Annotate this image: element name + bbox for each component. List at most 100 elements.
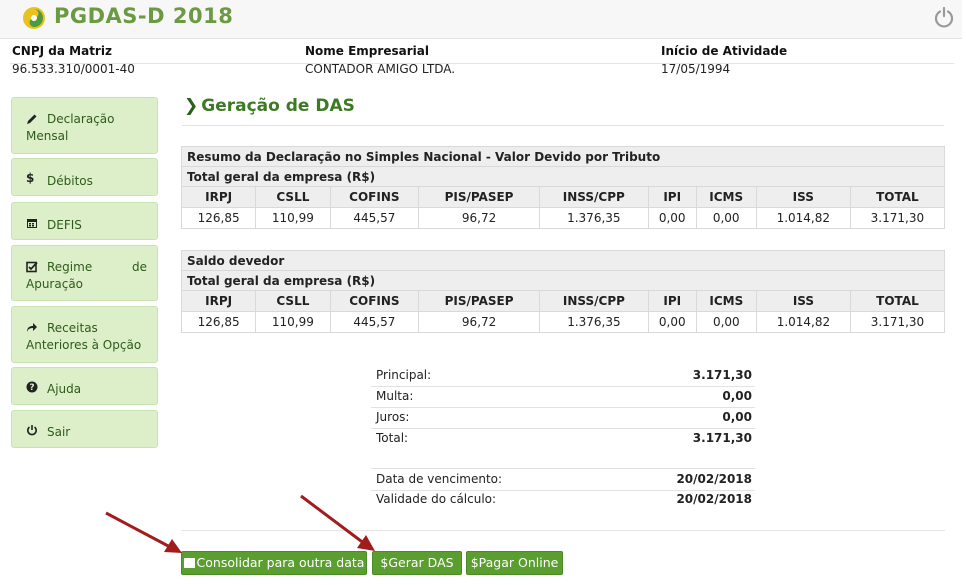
summary-row: Validade do cálculo: 20/02/2018 bbox=[371, 489, 755, 510]
column-header: COFINS bbox=[329, 290, 420, 312]
table-row: 126,85 110,99 445,57 96,72 1.376,35 0,00… bbox=[180, 311, 946, 333]
table-header-row: IRPJ CSLL COFINS PIS/PASEP INSS/CPP IPI … bbox=[180, 186, 946, 208]
company-name-label: Nome Empresarial bbox=[305, 44, 429, 58]
company-name-value: CONTADOR AMIGO LTDA. bbox=[305, 62, 456, 76]
sidebar-item-label: Débitos bbox=[47, 174, 93, 188]
gerar-das-button[interactable]: $Gerar DAS bbox=[372, 551, 462, 575]
table-cell: 445,57 bbox=[329, 207, 420, 229]
summary-value: 0,00 bbox=[722, 410, 752, 424]
summary-value: 3.171,30 bbox=[692, 431, 752, 445]
table-caption: Saldo devedor bbox=[181, 250, 945, 271]
column-header: CSLL bbox=[255, 290, 331, 312]
sidebar-item-label: DEFIS bbox=[47, 218, 82, 232]
column-header: TOTAL bbox=[849, 186, 946, 208]
cnpj-block: CNPJ da Matriz 96.533.310/0001-40 bbox=[12, 44, 135, 76]
sidebar-item-label: Mensal bbox=[26, 129, 69, 143]
dollar-icon: $ bbox=[26, 171, 35, 185]
summary-row: Multa: 0,00 bbox=[371, 386, 755, 408]
sidebar-item-label: Apuração bbox=[26, 277, 84, 291]
company-name-block: Nome Empresarial CONTADOR AMIGO LTDA. bbox=[305, 44, 455, 76]
table-cell: 96,72 bbox=[418, 311, 540, 333]
cnpj-value: 96.533.310/0001-40 bbox=[12, 62, 135, 76]
column-header: INSS/CPP bbox=[538, 186, 649, 208]
table-cell: 96,72 bbox=[418, 207, 540, 229]
dollar-icon: $ bbox=[470, 555, 479, 570]
annotation-arrow-icon bbox=[105, 511, 182, 553]
table-cell: 0,00 bbox=[647, 311, 697, 333]
divider bbox=[182, 125, 944, 126]
summary-label: Principal: bbox=[376, 368, 432, 382]
column-header: PIS/PASEP bbox=[418, 186, 540, 208]
share-arrow-icon bbox=[27, 323, 37, 332]
table-caption: Resumo da Declaração no Simples Nacional… bbox=[181, 146, 945, 167]
column-header: ISS bbox=[755, 186, 851, 208]
tax-table-balance: Saldo devedor Total geral da empresa (R$… bbox=[180, 250, 946, 333]
column-header: TOTAL bbox=[849, 290, 946, 312]
table-header-row: IRPJ CSLL COFINS PIS/PASEP INSS/CPP IPI … bbox=[180, 290, 946, 312]
table-cell: 445,57 bbox=[329, 311, 420, 333]
sidebar-item-debitos[interactable]: $ Débitos bbox=[11, 158, 158, 196]
cnpj-label: CNPJ da Matriz bbox=[12, 44, 112, 58]
table-cell: 110,99 bbox=[255, 311, 331, 333]
column-header: COFINS bbox=[329, 186, 420, 208]
power-icon[interactable] bbox=[933, 6, 955, 28]
summary-label: Total: bbox=[376, 431, 409, 445]
sidebar-item-regime-apuracao[interactable]: Regime de Apuração bbox=[11, 245, 158, 301]
tax-table-summary: Resumo da Declaração no Simples Nacional… bbox=[180, 146, 946, 229]
top-bar: PGDAS-D 2018 bbox=[0, 0, 962, 39]
table-subcaption: Total geral da empresa (R$) bbox=[181, 166, 945, 187]
table-cell: 0,00 bbox=[647, 207, 697, 229]
column-header: ISS bbox=[755, 290, 851, 312]
summary-label: Data de vencimento: bbox=[376, 472, 503, 486]
table-row: 126,85 110,99 445,57 96,72 1.376,35 0,00… bbox=[180, 207, 946, 229]
sidebar-item-sair[interactable]: Sair bbox=[11, 410, 158, 448]
table-cell: 1.014,82 bbox=[755, 311, 851, 333]
check-square-icon bbox=[26, 261, 38, 273]
table-cell: 126,85 bbox=[180, 311, 257, 333]
table-cell: 1.376,35 bbox=[538, 311, 649, 333]
summary-row: Data de vencimento: 20/02/2018 bbox=[371, 468, 755, 491]
sidebar-item-label: Anteriores à Opção bbox=[26, 338, 142, 352]
sidebar-item-label: Ajuda bbox=[47, 382, 82, 396]
sidebar-item-defis[interactable]: DEFIS bbox=[11, 202, 158, 240]
column-header: IRPJ bbox=[180, 290, 257, 312]
column-header: ICMS bbox=[695, 290, 757, 312]
column-header: CSLL bbox=[255, 186, 331, 208]
table-cell: 3.171,30 bbox=[849, 311, 946, 333]
sidebar-item-label: Receitas bbox=[47, 321, 98, 335]
summary-value: 0,00 bbox=[722, 389, 752, 403]
table-cell: 1.014,82 bbox=[755, 207, 851, 229]
table-subcaption: Total geral da empresa (R$) bbox=[181, 270, 945, 291]
table-cell: 126,85 bbox=[180, 207, 257, 229]
column-header: IPI bbox=[647, 290, 697, 312]
button-label: Gerar DAS bbox=[388, 555, 454, 570]
table-cell: 0,00 bbox=[695, 311, 757, 333]
summary-value: 20/02/2018 bbox=[676, 472, 752, 486]
sidebar-item-receitas-anteriores[interactable]: Receitas Anteriores à Opção bbox=[11, 306, 158, 363]
sidebar-item-declaracao-mensal[interactable]: Declaração Mensal bbox=[11, 97, 158, 154]
column-header: ICMS bbox=[695, 186, 757, 208]
sidebar-item-label: Regime bbox=[47, 260, 93, 274]
sidebar-item-ajuda[interactable]: ? Ajuda bbox=[11, 367, 158, 405]
start-date-value: 17/05/1994 bbox=[661, 62, 731, 76]
summary-row: Principal: 3.171,30 bbox=[371, 365, 755, 387]
table-cell: 0,00 bbox=[695, 207, 757, 229]
summary-value: 3.171,30 bbox=[692, 368, 752, 382]
button-label: Pagar Online bbox=[478, 555, 559, 570]
page-title: ❯ Geração de DAS bbox=[184, 96, 355, 116]
pencil-icon bbox=[27, 114, 37, 124]
summary-row: Juros: 0,00 bbox=[371, 407, 755, 429]
summary-label: Multa: bbox=[376, 389, 414, 403]
power-icon bbox=[27, 425, 37, 436]
column-header: PIS/PASEP bbox=[418, 290, 540, 312]
question-icon: ? bbox=[26, 381, 38, 393]
calendar-icon bbox=[27, 219, 37, 228]
pagar-online-button[interactable]: $Pagar Online bbox=[466, 551, 563, 575]
app-title: PGDAS-D 2018 bbox=[54, 4, 234, 28]
column-header: INSS/CPP bbox=[538, 290, 649, 312]
divider bbox=[10, 63, 954, 64]
svg-text:?: ? bbox=[29, 383, 34, 393]
summary-row: Total: 3.171,30 bbox=[371, 428, 755, 449]
column-header: IRPJ bbox=[180, 186, 257, 208]
column-header: IPI bbox=[647, 186, 697, 208]
